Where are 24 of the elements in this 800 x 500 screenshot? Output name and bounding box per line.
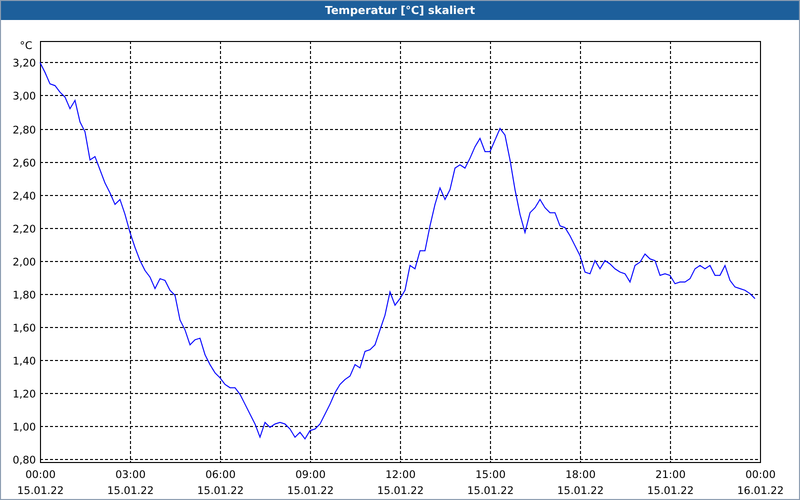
x-tick-label: 00:00 15.01.22 bbox=[17, 469, 64, 497]
y-tick-label: 2,80 bbox=[12, 124, 36, 136]
y-tick-label: 1,20 bbox=[12, 388, 36, 400]
y-tick-label: 1,80 bbox=[12, 290, 36, 302]
x-tick-label: 00:00 16.01.22 bbox=[737, 469, 784, 497]
y-axis-unit: °C bbox=[20, 40, 32, 52]
y-tick-label: 3,00 bbox=[12, 90, 36, 102]
x-tick-label: 06:00 15.01.22 bbox=[197, 469, 244, 497]
y-tick-label: 2,20 bbox=[12, 224, 36, 236]
x-tick-label: 03:00 15.01.22 bbox=[107, 469, 154, 497]
x-tick-label: 12:00 15.01.22 bbox=[377, 469, 424, 497]
x-tick-label: 21:00 15.01.22 bbox=[647, 469, 694, 497]
x-tick-label: 09:00 15.01.22 bbox=[287, 469, 334, 497]
y-tick-label: 3,20 bbox=[12, 58, 36, 70]
y-tick-label: 2,00 bbox=[12, 256, 36, 268]
y-tick-label: 1,40 bbox=[12, 356, 36, 368]
y-tick-label: 2,40 bbox=[12, 190, 36, 202]
x-tick-label: 15:00 15.01.22 bbox=[467, 469, 514, 497]
y-tick-label: 0,80 bbox=[12, 454, 36, 466]
y-tick-label: 1,00 bbox=[12, 422, 36, 434]
window-title: Temperatur [°C] skaliert bbox=[1, 1, 799, 20]
y-tick-label: 1,60 bbox=[12, 322, 36, 334]
x-tick-label: 18:00 15.01.22 bbox=[557, 469, 604, 497]
y-tick-label: 2,60 bbox=[12, 158, 36, 170]
